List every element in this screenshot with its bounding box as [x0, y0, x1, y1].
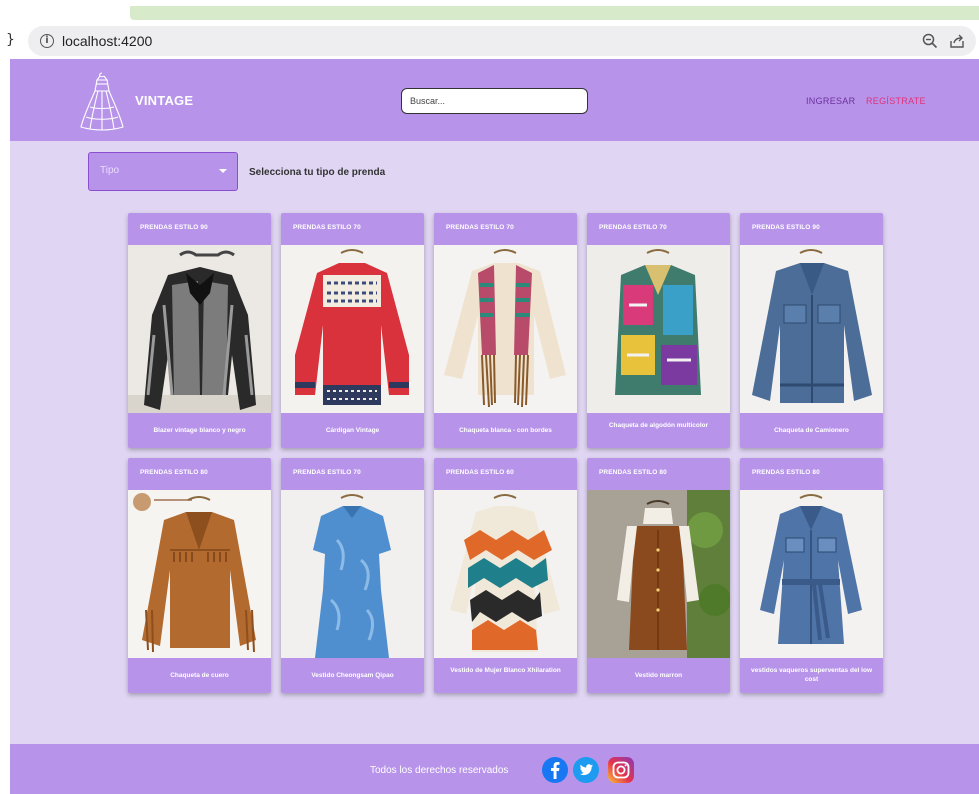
product-card[interactable]: PRENDAS ESTILO 70 Vestido Cheongsam Qipa…: [281, 458, 424, 693]
url-text[interactable]: localhost:4200: [62, 33, 152, 49]
product-name[interactable]: Chaqueta de cuero: [132, 671, 267, 680]
copyright-text: Todos los derechos reservados: [370, 765, 509, 776]
product-card[interactable]: PRENDAS ESTILO 80 vestidos vaqueros supe…: [740, 458, 883, 693]
share-icon[interactable]: [948, 32, 966, 55]
brand-name[interactable]: VINTAGE: [135, 93, 193, 108]
type-select[interactable]: Tipo: [88, 152, 238, 191]
product-category: PRENDAS ESTILO 70: [293, 469, 361, 476]
product-category: PRENDAS ESTILO 80: [752, 469, 820, 476]
search-input[interactable]: [401, 88, 588, 114]
product-category: PRENDAS ESTILO 90: [752, 224, 820, 231]
product-card[interactable]: PRENDAS ESTILO 60 Vestido de Mujer Blanc…: [434, 458, 577, 693]
product-image[interactable]: [281, 490, 424, 658]
product-name[interactable]: vestidos vaqueros superventas del low co…: [744, 666, 879, 684]
product-name[interactable]: Vestido Cheongsam Qipao: [285, 671, 420, 680]
product-image[interactable]: [587, 490, 730, 658]
product-name[interactable]: Chaqueta de algodón multicolor: [591, 421, 726, 430]
type-select-value: Tipo: [100, 165, 120, 176]
product-card[interactable]: PRENDAS ESTILO 90 Chaqueta de Camionero: [740, 213, 883, 448]
dress-logo-icon[interactable]: [78, 69, 126, 138]
tab-edge-glyph: }: [6, 32, 15, 48]
product-card[interactable]: PRENDAS ESTILO 80 Chaqueta de cuero: [128, 458, 271, 693]
site-footer: Todos los derechos reservados: [10, 744, 979, 794]
product-name[interactable]: Vestido marron: [591, 671, 726, 680]
product-image[interactable]: [281, 245, 424, 413]
product-image[interactable]: [740, 245, 883, 413]
product-image[interactable]: [740, 490, 883, 658]
product-card[interactable]: PRENDAS ESTILO 70 Chaqueta de algodón mu…: [587, 213, 730, 448]
product-name[interactable]: Chaqueta de Camionero: [744, 426, 879, 435]
chevron-down-icon: [219, 169, 227, 173]
site-info-icon[interactable]: i: [40, 34, 54, 48]
product-card[interactable]: PRENDAS ESTILO 80 Vestido marron: [587, 458, 730, 693]
product-name[interactable]: Blazer vintage blanco y negro: [132, 426, 267, 435]
product-image[interactable]: [128, 245, 271, 413]
product-name[interactable]: Vestido de Mujer Blanco Xhilaration: [438, 666, 573, 675]
product-category: PRENDAS ESTILO 80: [599, 469, 667, 476]
browser-top-strip: [0, 0, 979, 22]
product-category: PRENDAS ESTILO 90: [140, 224, 208, 231]
site-header: VINTAGE INGRESAR REGÍSTRATE: [10, 59, 979, 141]
product-category: PRENDAS ESTILO 70: [293, 224, 361, 231]
instagram-icon[interactable]: [608, 757, 634, 783]
login-link[interactable]: INGRESAR: [806, 96, 855, 106]
facebook-icon[interactable]: [542, 757, 568, 783]
product-category: PRENDAS ESTILO 60: [446, 469, 514, 476]
product-card[interactable]: PRENDAS ESTILO 90 Blazer vintage blanco …: [128, 213, 271, 448]
product-image[interactable]: [587, 245, 730, 413]
zoom-out-icon[interactable]: [922, 33, 938, 54]
product-card[interactable]: PRENDAS ESTILO 70 Chaqueta blanca - con …: [434, 213, 577, 448]
page: VINTAGE INGRESAR REGÍSTRATE Tipo Selecci…: [10, 59, 979, 794]
product-image[interactable]: [434, 490, 577, 658]
product-name[interactable]: Cárdigan Vintage: [285, 426, 420, 435]
address-bar[interactable]: i localhost:4200: [28, 26, 976, 56]
product-name[interactable]: Chaqueta blanca - con bordes: [438, 426, 573, 435]
product-category: PRENDAS ESTILO 70: [446, 224, 514, 231]
filter-hint: Selecciona tu tipo de prenda: [249, 167, 386, 178]
product-category: PRENDAS ESTILO 80: [140, 469, 208, 476]
product-card[interactable]: PRENDAS ESTILO 70 Cárdigan Vintage: [281, 213, 424, 448]
twitter-icon[interactable]: [573, 757, 599, 783]
product-image[interactable]: [434, 245, 577, 413]
product-category: PRENDAS ESTILO 70: [599, 224, 667, 231]
register-link[interactable]: REGÍSTRATE: [866, 96, 926, 106]
product-image[interactable]: [128, 490, 271, 658]
notification-bar: [130, 6, 979, 20]
browser-address-row: } i localhost:4200: [0, 22, 979, 59]
